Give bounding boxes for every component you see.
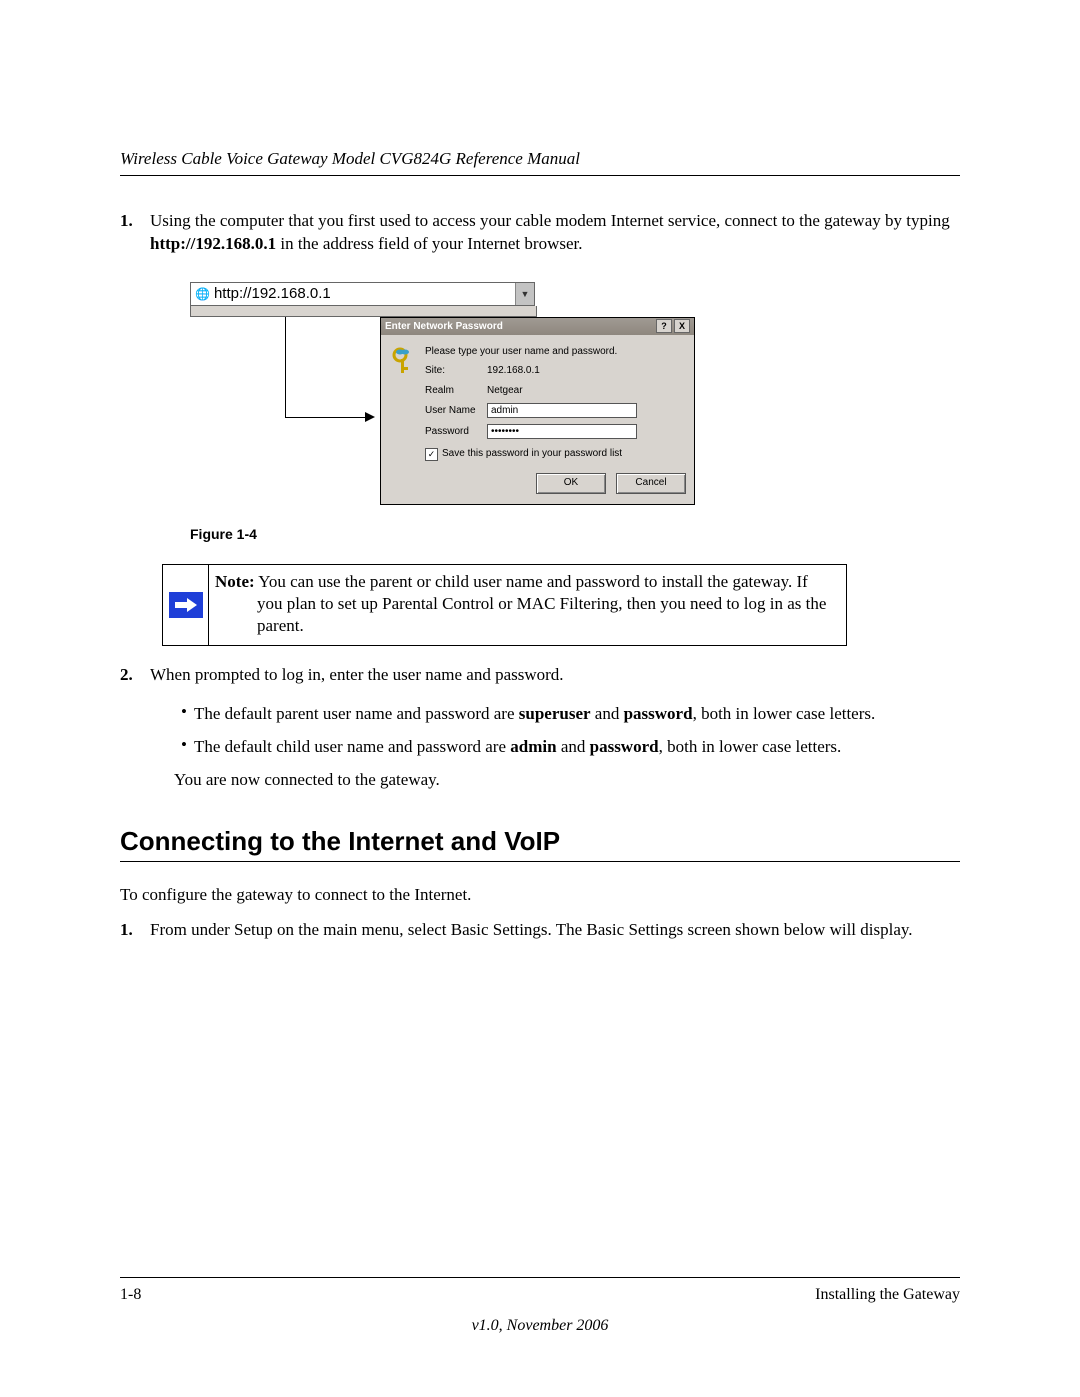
section-rule	[120, 861, 960, 862]
step-number: 2.	[120, 664, 150, 687]
dialog-intro: Please type your user name and password.	[425, 345, 684, 359]
step-text: From under Setup on the main menu, selec…	[150, 919, 960, 942]
b2-mid: and	[557, 737, 590, 756]
realm-label: Realm	[425, 384, 487, 398]
b2-a: The default child user name and password…	[194, 737, 510, 756]
running-header: Wireless Cable Voice Gateway Model CVG82…	[120, 148, 960, 171]
password-input[interactable]	[487, 424, 637, 439]
b1-superuser: superuser	[519, 704, 591, 723]
section-name: Installing the Gateway	[815, 1284, 960, 1306]
b2-c: , both in lower case letters.	[659, 737, 842, 756]
note-body: You can use the parent or child user nam…	[255, 572, 827, 635]
step1-text-b: in the address field of your Internet br…	[276, 234, 582, 253]
site-value: 192.168.0.1	[487, 364, 684, 378]
save-password-label: Save this password in your password list	[442, 447, 622, 461]
connected-text: You are now connected to the gateway.	[120, 769, 960, 792]
figure-arrow	[190, 317, 380, 507]
password-label: Password	[425, 425, 487, 439]
address-dropdown-icon[interactable]: ▼	[515, 283, 534, 305]
globe-icon: 🌐	[195, 286, 210, 302]
note-arrow-icon	[169, 592, 203, 618]
dialog-title-text: Enter Network Password	[385, 318, 503, 335]
key-icon	[391, 345, 415, 461]
step-1: 1. Using the computer that you first use…	[120, 210, 960, 256]
browser-address-bar[interactable]: 🌐 http://192.168.0.1 ▼	[190, 282, 535, 306]
bullet-parent-creds: • The default parent user name and passw…	[174, 703, 960, 726]
page-footer: 1-8 Installing the Gateway v1.0, Novembe…	[120, 1277, 960, 1337]
figure-caption: Figure 1-4	[120, 507, 960, 544]
step1-url: http://192.168.0.1	[150, 234, 276, 253]
note-box: Note: You can use the parent or child us…	[162, 564, 847, 646]
site-label: Site:	[425, 364, 487, 378]
login-dialog: Enter Network Password ? X	[380, 317, 695, 505]
note-text: Note: You can use the parent or child us…	[208, 564, 847, 646]
step-text: When prompted to log in, enter the user …	[150, 664, 960, 687]
address-bar-url: http://192.168.0.1	[214, 284, 331, 304]
b2-admin: admin	[510, 737, 556, 756]
ok-button[interactable]: OK	[536, 473, 606, 494]
section-step-1: 1. From under Setup on the main menu, se…	[120, 919, 960, 942]
note-label: Note:	[215, 572, 255, 591]
bullet-icon: •	[174, 703, 194, 720]
dialog-close-button[interactable]: X	[674, 319, 690, 333]
dialog-help-button[interactable]: ?	[656, 319, 672, 333]
page-number: 1-8	[120, 1284, 141, 1306]
section-intro: To configure the gateway to connect to t…	[120, 884, 960, 907]
figure-1-4: 🌐 http://192.168.0.1 ▼ Enter Network Pas…	[120, 260, 960, 507]
b2-password: password	[590, 737, 659, 756]
doc-version: v1.0, November 2006	[120, 1305, 960, 1337]
b1-a: The default parent user name and passwor…	[194, 704, 519, 723]
b1-c: , both in lower case letters.	[693, 704, 876, 723]
username-input[interactable]	[487, 403, 637, 418]
b1-mid: and	[591, 704, 624, 723]
b1-password: password	[624, 704, 693, 723]
save-password-checkbox[interactable]: ✓	[425, 448, 438, 461]
bullet-child-creds: • The default child user name and passwo…	[174, 736, 960, 759]
username-label: User Name	[425, 404, 487, 418]
section-heading: Connecting to the Internet and VoIP	[120, 824, 960, 859]
cancel-button[interactable]: Cancel	[616, 473, 686, 494]
step-number: 1.	[120, 210, 150, 233]
step1-text-a: Using the computer that you first used t…	[150, 211, 950, 230]
step-2: 2. When prompted to log in, enter the us…	[120, 664, 960, 687]
bullet-icon: •	[174, 736, 194, 753]
step-number: 1.	[120, 919, 150, 942]
address-bar-frame	[190, 306, 537, 317]
dialog-title-bar: Enter Network Password ? X	[381, 318, 694, 335]
realm-value: Netgear	[487, 384, 684, 398]
step-text: Using the computer that you first used t…	[150, 210, 960, 256]
